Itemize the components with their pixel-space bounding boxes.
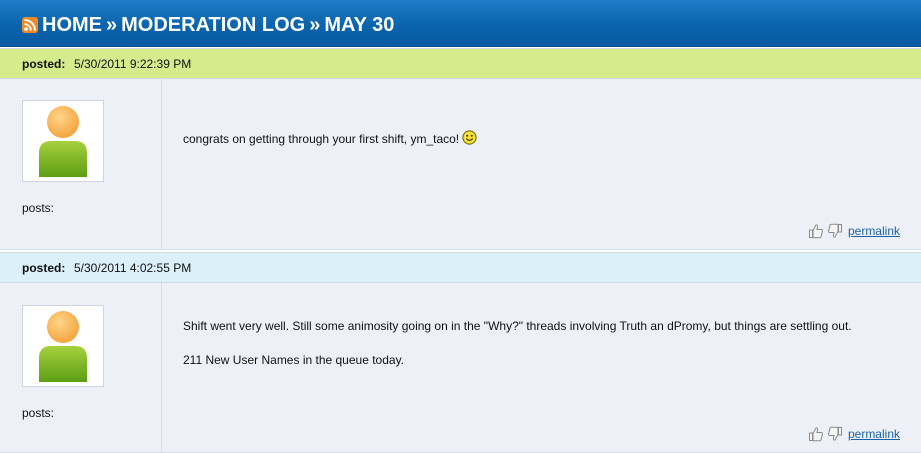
message-paragraph: Shift went very well. Still some animosi… xyxy=(183,319,852,333)
moderation-log-page: HOME» MODERATION LOG» MAY 30 posted: 5/30/… xyxy=(0,0,921,453)
permalink-link[interactable]: permalink xyxy=(848,224,900,238)
post-actions: permalink xyxy=(808,425,900,443)
posted-label: posted: xyxy=(22,261,66,275)
post-body: posts: congrats on getting through your … xyxy=(0,79,921,250)
avatar[interactable] xyxy=(22,100,104,182)
post-body: posts: Shift went very well. Still some … xyxy=(0,283,921,453)
page-header: HOME» MODERATION LOG» MAY 30 xyxy=(0,0,921,47)
smiley-icon xyxy=(462,130,477,150)
breadcrumb-moderation-log-link[interactable]: MODERATION LOG xyxy=(121,14,305,36)
posts-count-label: posts: xyxy=(22,201,55,215)
user-silhouette-icon xyxy=(39,311,87,382)
post-header: posted: 5/30/2011 9:22:39 PM xyxy=(0,48,921,79)
breadcrumb-separator: » xyxy=(106,14,118,36)
breadcrumb-current-page: MAY 30 xyxy=(324,14,395,36)
posted-label: posted: xyxy=(22,57,66,71)
post-date: 5/30/2011 9:22:39 PM xyxy=(74,57,192,71)
user-silhouette-icon xyxy=(39,106,87,177)
post-actions: permalink xyxy=(808,222,900,240)
avatar[interactable] xyxy=(22,305,104,387)
message-paragraph: congrats on getting through your first s… xyxy=(183,130,883,150)
thumbs-down-icon[interactable] xyxy=(827,223,843,239)
post-message: Shift went very well. Still some animosi… xyxy=(183,318,883,369)
posts-count-label: posts: xyxy=(22,406,55,420)
thumbs-up-icon[interactable] xyxy=(808,223,824,239)
post-author-column: posts: xyxy=(0,79,162,249)
post-message: congrats on getting through your first s… xyxy=(183,130,883,150)
post-date: 5/30/2011 4:02:55 PM xyxy=(74,261,192,275)
message-paragraph: 211 New User Names in the queue today. xyxy=(183,353,405,367)
breadcrumb-home-link[interactable]: HOME xyxy=(42,14,102,36)
permalink-link[interactable]: permalink xyxy=(848,427,900,441)
rss-icon[interactable] xyxy=(22,17,38,33)
breadcrumb: HOME» MODERATION LOG» MAY 30 xyxy=(42,13,394,37)
breadcrumb-separator: » xyxy=(309,14,321,36)
post-header: posted: 5/30/2011 4:02:55 PM xyxy=(0,252,921,283)
post-author-column: posts: xyxy=(0,283,162,452)
